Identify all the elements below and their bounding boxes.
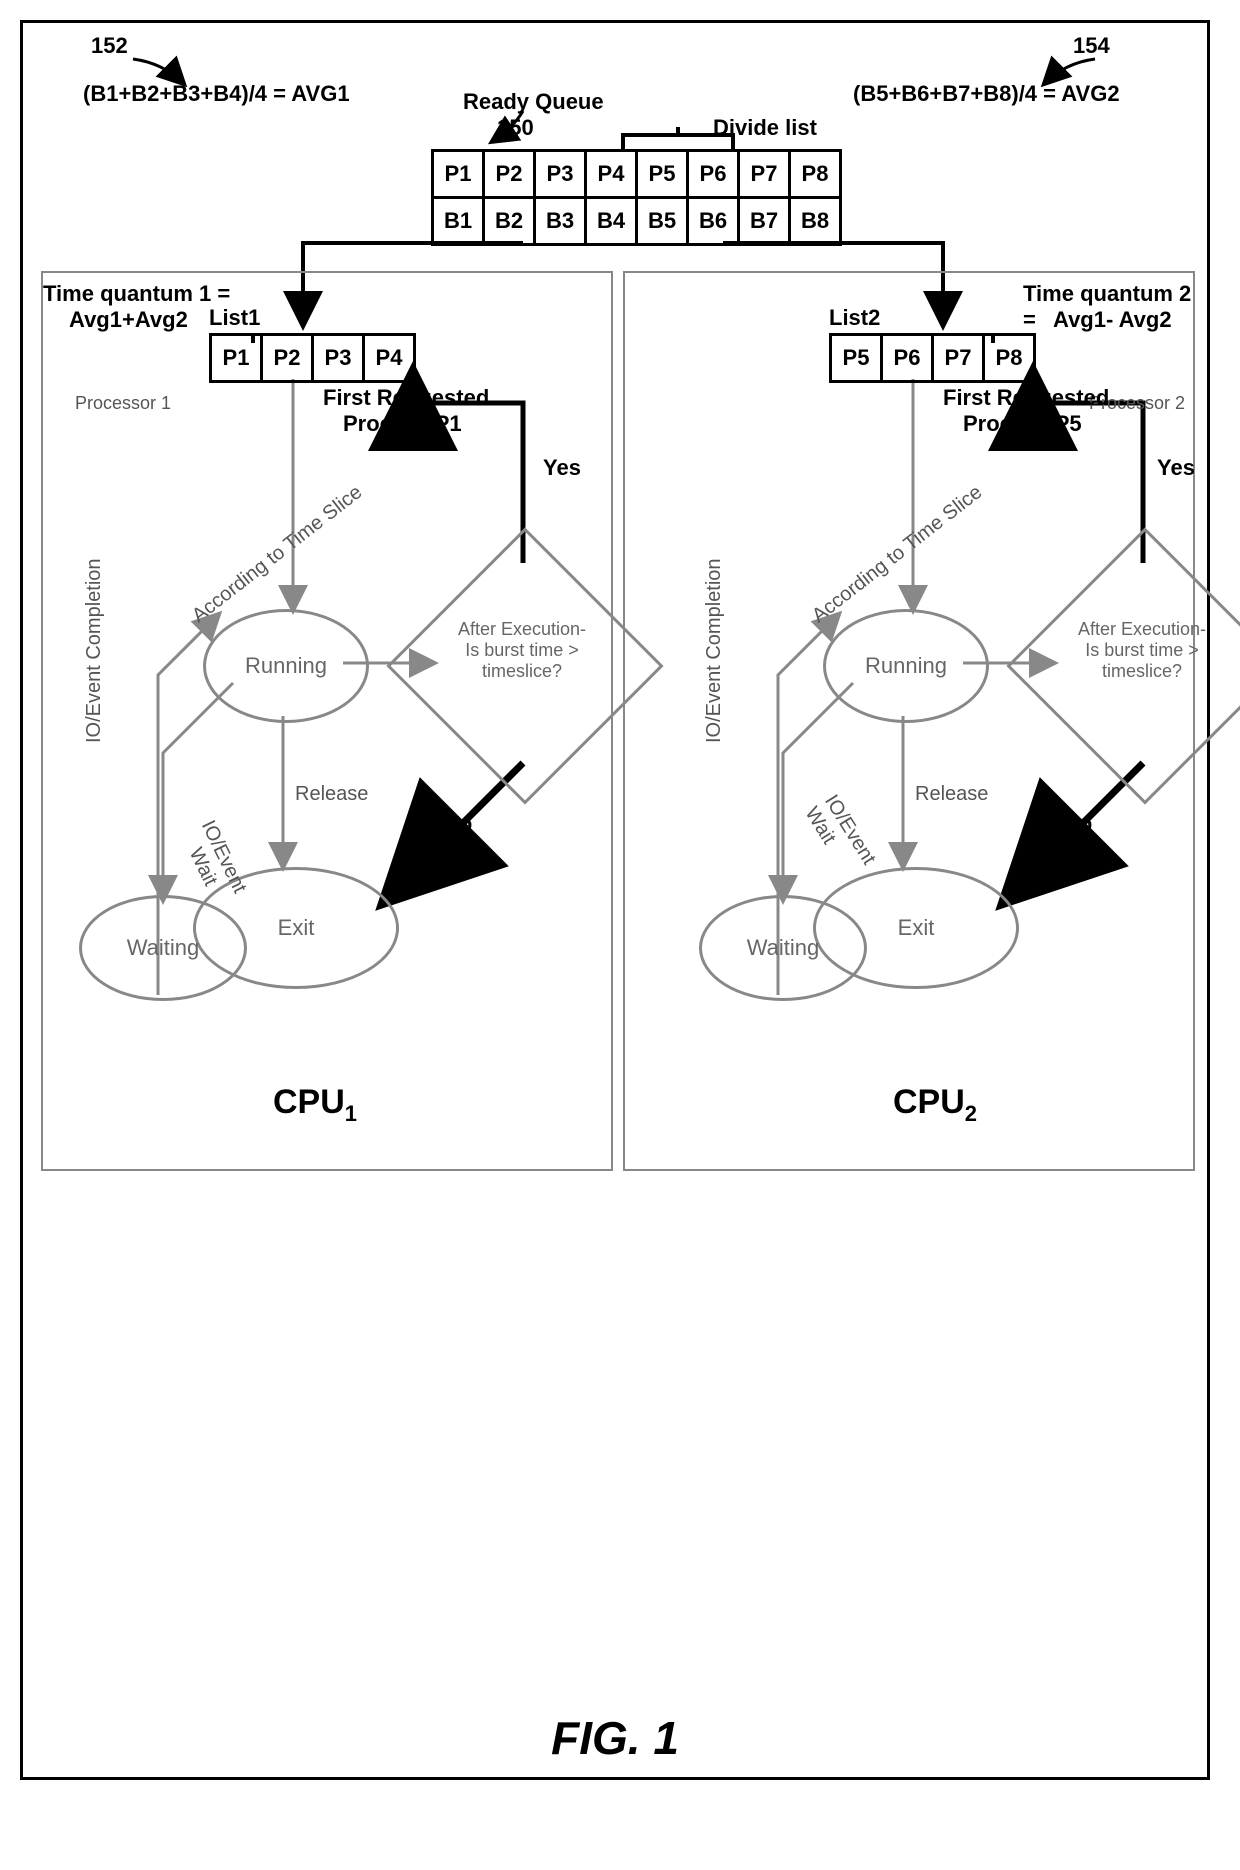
rq-b5: B5 [637,198,688,245]
cpu1-title: CPU1 [273,1083,357,1127]
io-complete-edge-1: IO/Event Completion [83,558,106,743]
processor-1-label: Processor 1 [75,393,171,414]
rq-b3: B3 [535,198,586,245]
ref-154: 154 [1073,33,1110,59]
first2-l2: Process P5 [963,411,1082,437]
rq-b8: B8 [790,198,841,245]
no-1: No [443,811,472,837]
avg2-formula: (B5+B6+B7+B8)/4 = AVG2 [853,81,1120,107]
ready-queue-table: P1 P2 P3 P4 P5 P6 P7 P8 B1 B2 B3 B4 B5 B… [431,149,842,246]
ready-queue-label: Ready Queue [463,89,604,115]
rq-p2: P2 [484,151,535,198]
avg1-formula: (B1+B2+B3+B4)/4 = AVG1 [83,81,350,107]
release-edge-1: Release [295,783,368,806]
no-2: No [1063,811,1092,837]
figure-caption: FIG. 1 [23,1711,1207,1765]
waiting-state-1: Waiting [79,895,247,1001]
rq-p8: P8 [790,151,841,198]
rq-p3: P3 [535,151,586,198]
rq-b1: B1 [433,198,484,245]
waiting-state-2: Waiting [699,895,867,1001]
rq-p1: P1 [433,151,484,198]
diagram-frame: 152 154 (B1+B2+B3+B4)/4 = AVG1 (B5+B6+B7… [20,20,1210,1780]
divide-list-label: Divide list [713,115,817,141]
io-complete-edge-2: IO/Event Completion [703,558,726,743]
rq-b7: B7 [739,198,790,245]
first2-l1: First Requested [943,385,1109,411]
first1-l1: First Requested [323,385,489,411]
running-state-1: Running [203,609,369,723]
decision-text-2: After Execution-Is burst time >timeslice… [1047,619,1237,682]
yes-1: Yes [543,455,581,481]
ref-152: 152 [91,33,128,59]
first1-l2: Process P1 [343,411,462,437]
decision-text-1: After Execution-Is burst time >timeslice… [427,619,617,682]
rq-b6: B6 [688,198,739,245]
yes-2: Yes [1157,455,1195,481]
rq-p5: P5 [637,151,688,198]
running-state-2: Running [823,609,989,723]
rq-b4: B4 [586,198,637,245]
release-edge-2: Release [915,783,988,806]
rq-p4: P4 [586,151,637,198]
rq-p7: P7 [739,151,790,198]
rq-b2: B2 [484,198,535,245]
rq-p6: P6 [688,151,739,198]
ref-150: 150 [497,115,534,141]
cpu2-title: CPU2 [893,1083,977,1127]
